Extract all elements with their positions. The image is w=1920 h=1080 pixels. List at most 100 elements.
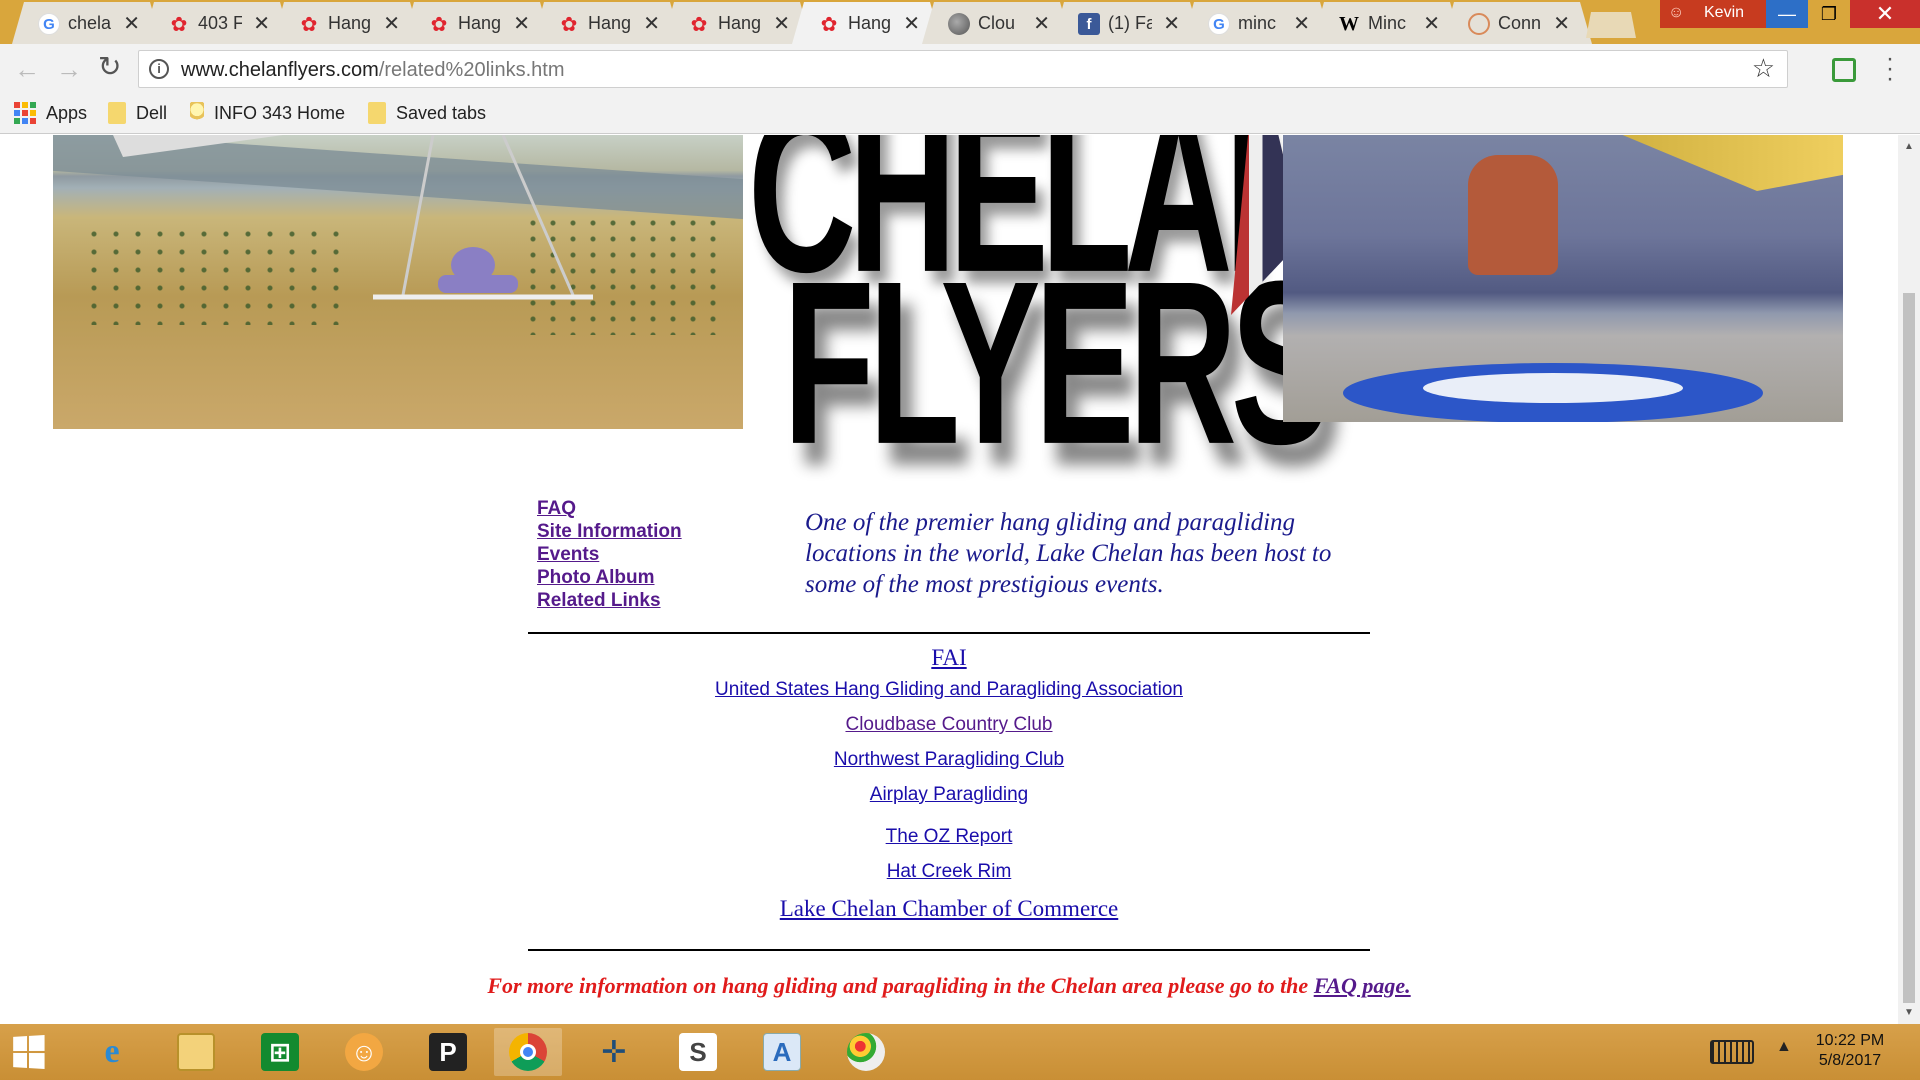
vertical-scrollbar[interactable]: ▲ ▼: [1898, 135, 1920, 1024]
url-domain: www.chelanflyers.com: [181, 59, 379, 81]
reload-icon[interactable]: ↻: [98, 50, 121, 83]
link-northwest-paragliding-club[interactable]: Northwest Paragliding Club: [528, 749, 1370, 771]
nav-link-events[interactable]: Events: [537, 543, 682, 566]
tab[interactable]: ✿ Hang ✕: [662, 2, 812, 44]
touch-keyboard-icon[interactable]: [1710, 1040, 1754, 1064]
bookmark-label: Apps: [46, 102, 88, 123]
file-explorer-icon[interactable]: [162, 1028, 230, 1076]
link-hat-creek-rim[interactable]: Hat Creek Rim: [528, 861, 1370, 883]
tableau-icon[interactable]: ✛: [580, 1028, 648, 1076]
scroll-up-icon[interactable]: ▲: [1904, 141, 1914, 152]
tab-title: (1) Fa: [1108, 13, 1152, 33]
scrollbar-thumb[interactable]: [1903, 293, 1915, 1003]
bookmark-star-icon[interactable]: ☆: [1752, 53, 1775, 84]
close-tab-icon[interactable]: ✕: [1033, 11, 1050, 36]
link-lake-chelan-chamber[interactable]: Lake Chelan Chamber of Commerce: [528, 896, 1370, 922]
bookmark-apps[interactable]: Apps: [14, 102, 87, 124]
close-tab-icon[interactable]: ✕: [513, 11, 530, 36]
close-tab-icon[interactable]: ✕: [903, 11, 920, 36]
windows-taskbar: e ⊞ ☺ P ✛ S A ▲ 10:22 PM 5/8/2017: [0, 1024, 1920, 1080]
footer-faq-link[interactable]: FAQ page.: [1314, 973, 1411, 998]
chrome-menu-icon[interactable]: · · ·: [1884, 47, 1896, 91]
bookmark-label: Dell: [136, 102, 168, 123]
scratch-icon[interactable]: ☺: [330, 1028, 398, 1076]
internet-explorer-icon[interactable]: e: [78, 1028, 146, 1076]
tab-title: 403 F: [198, 13, 242, 33]
nav-link-photo-album[interactable]: Photo Album: [537, 566, 682, 589]
apps-icon: [14, 102, 36, 124]
hang-gliding-icon: ✿: [820, 13, 838, 36]
profile-name: Kevin: [1704, 4, 1745, 21]
close-tab-icon[interactable]: ✕: [643, 11, 660, 36]
tab[interactable]: f (1) Fa ✕: [1052, 2, 1202, 44]
close-tab-icon[interactable]: ✕: [1423, 11, 1440, 36]
paint-icon[interactable]: [832, 1028, 900, 1076]
tab-title: Hang: [718, 13, 762, 33]
tab-title: Conn: [1498, 13, 1542, 33]
tab[interactable]: Gminc ✕: [1182, 2, 1332, 44]
address-bar[interactable]: i www.chelanflyers.com/related%20links.h…: [138, 50, 1788, 88]
footer-text: For more information on hang gliding and…: [487, 973, 1314, 998]
system-clock[interactable]: 10:22 PM 5/8/2017: [1800, 1031, 1900, 1071]
url-text[interactable]: www.chelanflyers.com/related%20links.htm: [181, 59, 565, 82]
nav-link-faq[interactable]: FAQ: [537, 497, 682, 520]
p-app-icon[interactable]: P: [414, 1028, 482, 1076]
tab-title: minc: [1238, 13, 1277, 33]
bookmark-dell[interactable]: Dell: [108, 102, 167, 124]
tab[interactable]: ✿ 403 F ✕: [142, 2, 292, 44]
close-tab-icon[interactable]: ✕: [1553, 11, 1570, 36]
chrome-icon[interactable]: [494, 1028, 562, 1076]
facebook-icon: f: [1078, 13, 1100, 35]
tab-active[interactable]: ✿ Hang ✕: [792, 2, 942, 44]
tab[interactable]: ✿ Hang ✕: [402, 2, 552, 44]
nav-link-site-information[interactable]: Site Information: [537, 520, 682, 543]
bookmark-saved-tabs[interactable]: Saved tabs: [368, 102, 486, 124]
scroll-down-icon[interactable]: ▼: [1904, 1007, 1914, 1018]
site-nav: FAQ Site Information Events Photo Album …: [537, 497, 682, 612]
close-tab-icon[interactable]: ✕: [773, 11, 790, 36]
tab[interactable]: Gchela ✕: [12, 2, 162, 44]
back-arrow-icon[interactable]: ←: [14, 54, 40, 85]
link-airplay-paragliding[interactable]: Airplay Paragliding: [528, 784, 1370, 806]
close-tab-icon[interactable]: ✕: [383, 11, 400, 36]
tab[interactable]: Conn ✕: [1442, 2, 1592, 44]
cloud-icon: [948, 13, 970, 35]
minimize-button[interactable]: —: [1766, 0, 1808, 28]
maximize-button[interactable]: ❐: [1808, 0, 1850, 28]
close-tab-icon[interactable]: ✕: [123, 11, 140, 36]
close-tab-icon[interactable]: ✕: [253, 11, 270, 36]
chelan-flyers-logo: CHELAN FLYERS: [743, 135, 1333, 493]
close-window-button[interactable]: ✕: [1850, 0, 1920, 28]
bookmark-label: INFO 343 Home: [214, 102, 346, 123]
forward-arrow-icon[interactable]: →: [56, 54, 82, 85]
link-oz-report[interactable]: The OZ Report: [528, 826, 1370, 848]
hang-gliding-icon: ✿: [430, 13, 448, 36]
hang-gliding-icon: ✿: [560, 13, 578, 36]
clock-date: 5/8/2017: [1818, 1052, 1882, 1069]
show-hidden-icons-icon[interactable]: ▲: [1776, 1038, 1792, 1056]
url-path: /related%20links.htm: [378, 59, 565, 81]
bookmark-info343[interactable]: INFO 343 Home: [190, 102, 345, 124]
close-tab-icon[interactable]: ✕: [1293, 11, 1310, 36]
tab[interactable]: ✿ Hang ✕: [532, 2, 682, 44]
nav-link-related-links[interactable]: Related Links: [537, 589, 682, 612]
slack-icon[interactable]: S: [664, 1028, 732, 1076]
windows-start-icon[interactable]: [13, 1035, 45, 1069]
hang-glider-photo-left: [53, 135, 743, 429]
link-fai[interactable]: FAI: [528, 645, 1370, 671]
tab[interactable]: ✿ Hang ✕: [272, 2, 422, 44]
page-viewport: CHELAN FLYERS FAQ Site Information Event…: [0, 135, 1898, 1024]
close-tab-icon[interactable]: ✕: [1163, 11, 1180, 36]
link-ushpa[interactable]: United States Hang Gliding and Paraglidi…: [528, 679, 1370, 701]
extension-icon[interactable]: [1832, 58, 1856, 82]
new-tab-button[interactable]: [1586, 12, 1636, 38]
tab[interactable]: Clou ✕: [922, 2, 1072, 44]
wordpad-icon[interactable]: A: [748, 1028, 816, 1076]
tab[interactable]: W Minc ✕: [1312, 2, 1462, 44]
profile-button[interactable]: ☺ Kevin: [1660, 0, 1776, 28]
info-icon[interactable]: i: [149, 59, 169, 79]
footer-note: For more information on hang gliding and…: [0, 973, 1898, 999]
hang-gliding-icon: ✿: [690, 13, 708, 36]
link-cloudbase-country-club[interactable]: Cloudbase Country Club: [528, 714, 1370, 736]
store-icon[interactable]: ⊞: [246, 1028, 314, 1076]
